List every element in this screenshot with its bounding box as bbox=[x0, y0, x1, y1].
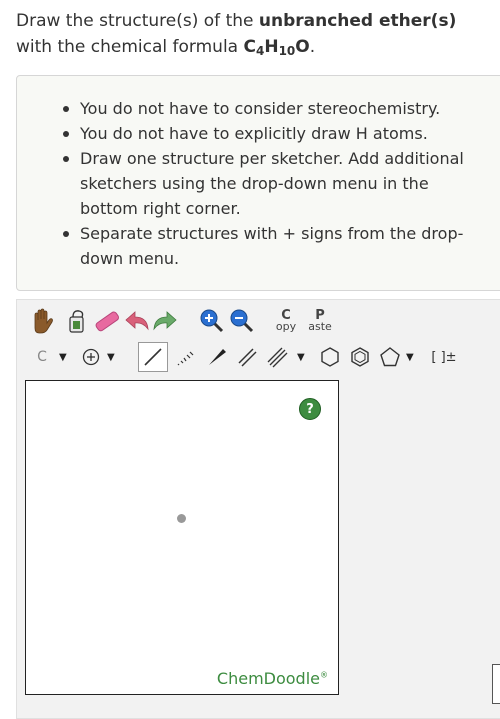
charge-dropdown-caret[interactable]: ▼ bbox=[107, 352, 115, 363]
redo-icon[interactable] bbox=[150, 306, 180, 336]
instruction-item: You do not have to explicitly draw H ato… bbox=[63, 121, 485, 146]
drawing-canvas[interactable]: ? ChemDoodle® bbox=[25, 380, 339, 695]
chemdoodle-logo: ChemDoodle® bbox=[216, 669, 328, 688]
question-text: Draw the structure(s) of the unbranched … bbox=[16, 11, 457, 58]
instructions-box: You do not have to consider stereochemis… bbox=[16, 75, 500, 291]
eraser-icon[interactable] bbox=[92, 306, 122, 336]
cyclopentane-icon[interactable] bbox=[375, 342, 405, 372]
cyclohexane-icon[interactable] bbox=[315, 342, 345, 372]
zoom-in-icon[interactable] bbox=[197, 306, 227, 336]
wedge-bond-icon[interactable] bbox=[202, 342, 232, 372]
zoom-out-icon[interactable] bbox=[227, 306, 257, 336]
atom-dropdown-caret[interactable]: ▼ bbox=[59, 352, 67, 363]
single-bond-icon[interactable] bbox=[138, 342, 168, 372]
question-bold-term: unbranched ether(s) bbox=[258, 11, 457, 31]
undo-icon[interactable] bbox=[122, 306, 152, 336]
lasso-select-icon[interactable] bbox=[61, 306, 91, 336]
chemdoodle-sketcher: Copy Paste C ▼ ▼ ▼ ▼ []± ? ChemDoodle® bbox=[16, 299, 500, 719]
hand-icon[interactable] bbox=[27, 306, 57, 336]
paste-button[interactable]: Paste bbox=[305, 306, 335, 336]
triple-bond-icon[interactable] bbox=[262, 342, 292, 372]
bracket-charge-button[interactable]: [ ]± bbox=[429, 342, 459, 372]
instruction-item: You do not have to consider stereochemis… bbox=[63, 96, 485, 121]
atom-label-button[interactable]: C bbox=[27, 342, 57, 372]
instruction-item: Draw one structure per sketcher. Add add… bbox=[63, 146, 485, 221]
benzene-icon[interactable] bbox=[345, 342, 375, 372]
toolbar-row-2: C ▼ ▼ ▼ ▼ [ ]± bbox=[17, 342, 500, 376]
canvas-dot bbox=[177, 514, 186, 523]
instruction-item: Separate structures with + signs from th… bbox=[63, 221, 485, 271]
add-sketcher-dropdown[interactable] bbox=[492, 664, 500, 704]
charge-plus-icon[interactable] bbox=[76, 342, 106, 372]
toolbar-row-1: Copy Paste bbox=[17, 306, 500, 340]
copy-button[interactable]: Copy bbox=[271, 306, 301, 336]
chemical-formula: C4H10O bbox=[243, 37, 310, 58]
double-bond-icon[interactable] bbox=[232, 342, 262, 372]
help-button[interactable]: ? bbox=[299, 398, 321, 420]
hashed-bond-icon[interactable] bbox=[170, 342, 200, 372]
instructions-list: You do not have to consider stereochemis… bbox=[17, 76, 500, 271]
bond-dropdown-caret[interactable]: ▼ bbox=[297, 352, 305, 363]
ring-dropdown-caret[interactable]: ▼ bbox=[406, 352, 414, 363]
